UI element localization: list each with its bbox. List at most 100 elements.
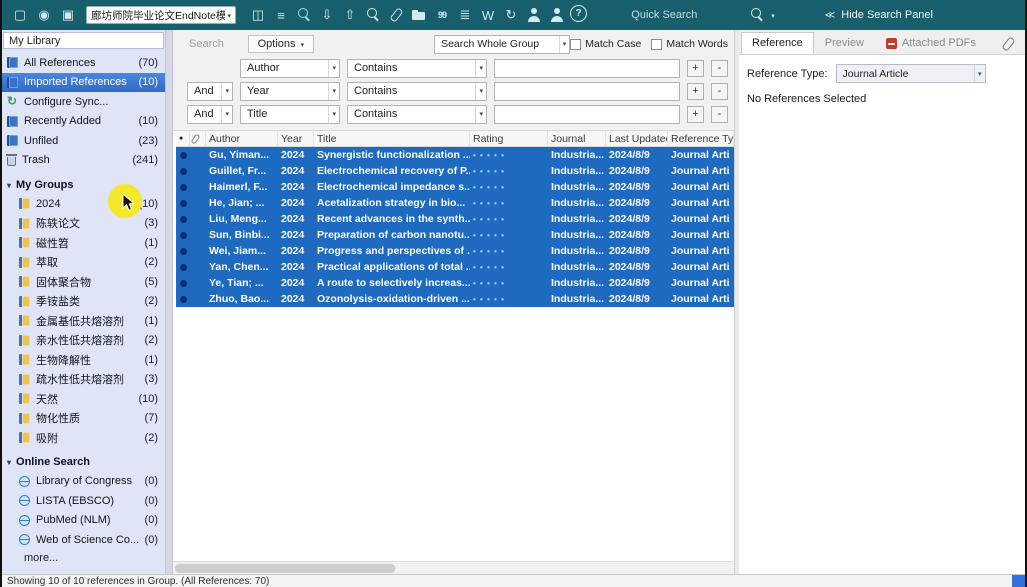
year-column-header[interactable]: Year [278,131,314,146]
local-library-mode-icon[interactable]: ▢ [10,5,30,25]
match-case-checkbox[interactable]: Match Case [570,38,641,50]
sidebar-item[interactable]: Trash (241) [2,151,165,171]
rating-column-header[interactable]: Rating [470,131,548,146]
add-search-row-button[interactable]: + [687,60,704,77]
group-item[interactable]: 物化性质 (7) [2,409,165,429]
operator-select[interactable]: Contains [347,82,487,101]
operator-select[interactable]: Contains [347,59,487,78]
reference-row[interactable]: Ye, Tian; ... 2024 A route to selectivel… [176,275,734,291]
sidebar-item[interactable]: Recently Added (10) [2,112,165,132]
journal-column-header[interactable]: Journal [548,131,606,146]
hide-search-panel-button[interactable]: ≪ Hide Search Panel [825,9,933,21]
read-status-column-header[interactable]: ● [176,131,190,146]
operator-select[interactable]: Contains [347,105,487,124]
sidebar-item[interactable]: Imported References (10) [2,73,165,93]
copy-icon[interactable]: ◫ [248,5,268,25]
reference-row[interactable]: Guillet, Fr... 2024 Electrochemical reco… [176,163,734,179]
insert-citation-icon[interactable]: 99 [432,5,452,25]
search-term-input[interactable] [494,82,680,101]
group-item[interactable]: 天然 (10) [2,389,165,409]
go-to-word-icon[interactable]: W [478,5,498,25]
search-scope-select[interactable]: Search Whole Group [434,35,570,54]
reference-type-column-header[interactable]: Reference Ty [668,131,734,146]
reference-row[interactable]: He, Jian; ... 2024 Acetalization strateg… [176,195,734,211]
integrated-mode-icon[interactable]: ▣ [58,5,78,25]
search-term-input[interactable] [494,105,680,124]
remove-search-row-button[interactable]: - [711,83,728,100]
last-updated-column-header[interactable]: Last Updated [606,131,668,146]
format-bibliography-icon[interactable]: ≣ [455,5,475,25]
add-search-row-button[interactable]: + [687,83,704,100]
reference-row[interactable]: Wei, Jiam... 2024 Progress and perspecti… [176,243,734,259]
contacts-icon[interactable] [547,5,567,25]
search-term-input[interactable] [494,59,680,78]
online-search-item[interactable]: LISTA (EBSCO) (0) [2,491,165,511]
online-search-item[interactable]: PubMed (NLM) (0) [2,511,165,531]
group-item[interactable]: 疏水性低共熔溶剂 (3) [2,370,165,390]
open-file-icon[interactable] [409,5,429,25]
remove-search-row-button[interactable]: - [711,106,728,123]
group-item[interactable]: 陈轶论文 (3) [2,214,165,234]
new-reference-icon[interactable]: ≡ [271,5,291,25]
group-item[interactable]: 磁性笤 (1) [2,233,165,253]
quick-search-input[interactable] [631,9,743,21]
sidebar-item[interactable]: All References (70) [2,53,165,73]
more-link[interactable]: more... [2,550,165,569]
chevron-down-icon[interactable] [771,9,775,21]
title-column-header[interactable]: Title [314,131,470,146]
online-search-item[interactable]: Web of Science Co... (0) [2,530,165,550]
reference-row[interactable]: Yan, Chen... 2024 Practical applications… [176,259,734,275]
paperclip-icon[interactable] [1003,36,1013,50]
attach-file-icon[interactable] [386,5,406,25]
help-icon[interactable]: ? [570,5,587,22]
group-item[interactable]: 季铵盐类 (2) [2,292,165,312]
detail-tab[interactable]: Preview [814,32,875,54]
library-selector[interactable]: My Library [3,32,164,49]
conjunction-value: And [194,108,218,120]
group-item[interactable]: 亲水性低共熔溶剂 (2) [2,331,165,351]
reference-type-select[interactable]: Journal Article [836,64,986,83]
sidebar-splitter[interactable] [165,30,173,574]
field-select[interactable]: Author [240,59,340,78]
attachment-column-header[interactable] [190,131,206,146]
year-cell: 2024 [278,293,314,305]
share-library-icon[interactable] [524,5,544,25]
online-search-icon[interactable] [294,5,314,25]
conjunction-select[interactable]: And [187,105,233,124]
group-item[interactable]: 萃取 (2) [2,253,165,273]
reference-row[interactable]: Gu, Yiman... 2024 Synergistic functional… [176,147,734,163]
my-groups-header[interactable]: My Groups [2,175,165,194]
reference-row[interactable]: Haimerl, F... 2024 Electrochemical imped… [176,179,734,195]
output-style-selector[interactable]: 廊坊师院毕业论文EndNote模板 [86,6,236,24]
field-select[interactable]: Year [240,82,340,101]
online-search-item[interactable]: Library of Congress (0) [2,472,165,492]
group-item[interactable]: 固体聚合物 (5) [2,272,165,292]
conjunction-select[interactable]: And [187,82,233,101]
detail-tab[interactable]: Reference [741,32,814,54]
import-icon[interactable]: ⇩ [317,5,337,25]
online-search-header[interactable]: Online Search [2,453,165,472]
options-button[interactable]: Options [248,35,314,53]
search-icon[interactable] [747,5,767,25]
group-item[interactable]: 吸附 (2) [2,428,165,448]
author-column-header[interactable]: Author [206,131,278,146]
export-icon[interactable]: ⇧ [340,5,360,25]
match-words-checkbox[interactable]: Match Words [651,38,728,50]
field-select[interactable]: Title [240,105,340,124]
horizontal-scrollbar[interactable] [173,561,734,574]
online-search-mode-icon[interactable]: ◉ [34,5,54,25]
sync-icon[interactable]: ↻ [501,5,521,25]
scrollbar-thumb[interactable] [175,564,395,573]
reference-row[interactable]: Liu, Meng... 2024 Recent advances in the… [176,211,734,227]
reference-row[interactable]: Zhuo, Bao... 2024 Ozonolysis-oxidation-d… [176,291,734,307]
add-search-row-button[interactable]: + [687,106,704,123]
remove-search-row-button[interactable]: - [711,60,728,77]
detail-tab[interactable]: Attached PDFs [875,32,987,54]
reference-row[interactable]: Sun, Binbi... 2024 Preparation of carbon… [176,227,734,243]
sidebar-item[interactable]: Unfiled (23) [2,131,165,151]
resize-grip[interactable] [1012,574,1025,587]
find-full-text-icon[interactable] [363,5,383,25]
sidebar-item[interactable]: Configure Sync... [2,92,165,112]
group-item[interactable]: 金属基低共熔溶剂 (1) [2,311,165,331]
group-item[interactable]: 生物降解性 (1) [2,350,165,370]
